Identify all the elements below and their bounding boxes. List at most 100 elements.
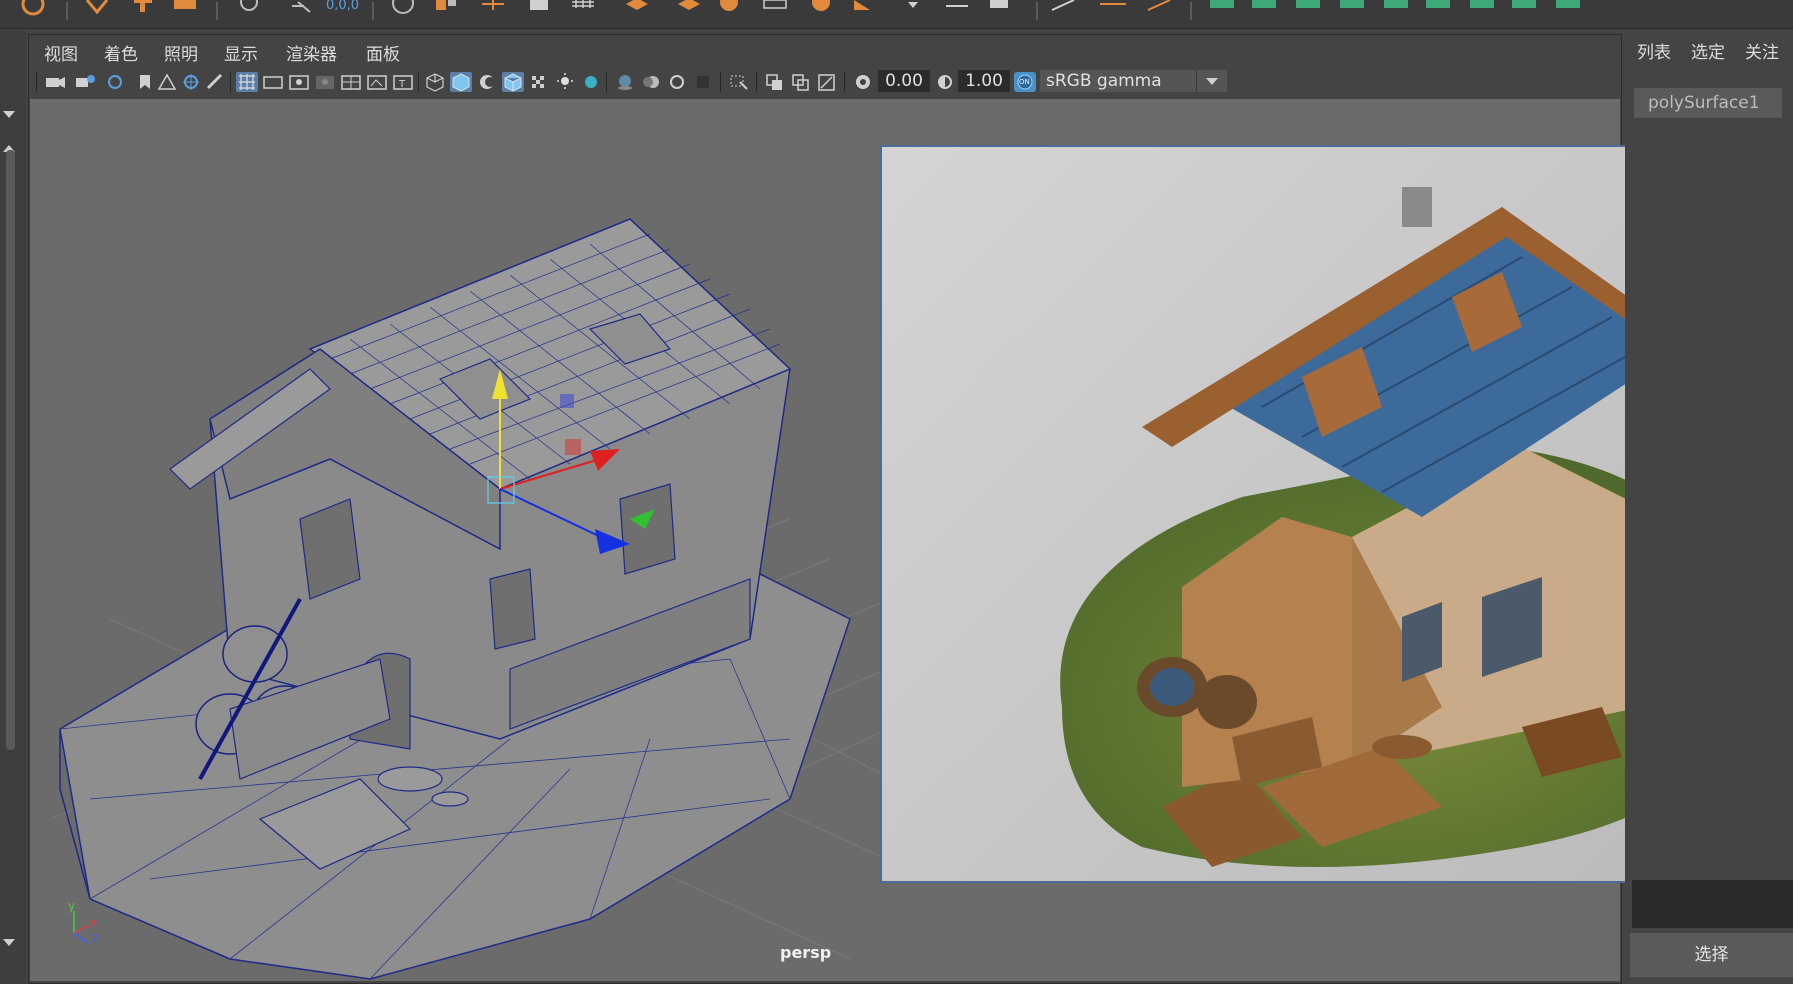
chevron-down-icon[interactable] (1196, 70, 1227, 92)
shelf-tool-icon[interactable] (762, 0, 788, 16)
ambient-occlusion-icon[interactable] (614, 72, 636, 92)
menu-view[interactable]: 视图 (44, 40, 78, 65)
shelf-green-icon[interactable] (1340, 0, 1366, 16)
lights-icon[interactable] (554, 72, 576, 92)
field-chart-icon[interactable] (340, 72, 362, 92)
shelf-separator (372, 2, 374, 20)
default-material-icon[interactable] (476, 72, 498, 92)
camera-label: persp (780, 943, 832, 962)
shelf-tool-icon[interactable] (1146, 0, 1172, 16)
bookmark-icon[interactable] (134, 72, 156, 92)
shelf-green-icon[interactable] (1470, 0, 1496, 16)
smooth-shade-icon[interactable] (450, 72, 472, 92)
shelf-tool-icon[interactable] (850, 0, 876, 16)
axis-y-label: y (68, 899, 76, 913)
shelf-tool-icon[interactable] (434, 0, 460, 16)
axis-z-label: z (92, 931, 99, 945)
menu-shading[interactable]: 着色 (104, 40, 138, 65)
shelf-tool-icon[interactable] (480, 0, 506, 16)
xray-icon[interactable] (764, 72, 786, 92)
2d-pan-zoom-icon[interactable] (180, 72, 202, 92)
menu-focus[interactable]: 关注 (1745, 38, 1779, 63)
menu-lighting[interactable]: 照明 (164, 40, 198, 65)
shelf-tool-icon[interactable] (716, 0, 742, 16)
attribute-area (1632, 880, 1793, 928)
safe-action-icon[interactable] (366, 72, 388, 92)
toolbar-separator (606, 72, 607, 92)
toolbar-separator (720, 72, 721, 92)
motion-blur-icon[interactable] (640, 72, 662, 92)
shelf-tool-icon[interactable] (624, 0, 650, 16)
anti-aliasing-icon[interactable] (666, 72, 688, 92)
toolbar-separator (418, 72, 419, 92)
shelf-tool-icon[interactable] (130, 0, 156, 16)
shelf-tool-icon[interactable] (808, 0, 834, 16)
chevron-down-icon[interactable] (2, 932, 16, 951)
shelf-green-icon[interactable] (1252, 0, 1278, 16)
camera-icon[interactable] (44, 72, 66, 92)
shelf-grid-icon[interactable] (986, 0, 1012, 16)
xray-joints-icon[interactable] (790, 72, 812, 92)
shelf-green-icon[interactable] (1556, 0, 1582, 16)
panel-toolbar: T 0.00 1.00 ON sRGB gamma (30, 66, 1620, 98)
shelf-tool-icon[interactable] (390, 0, 416, 16)
shelf-orange-icon[interactable] (20, 0, 46, 16)
panel-menubar: 视图 着色 照明 显示 渲染器 面板 (30, 36, 1620, 66)
exposure-icon[interactable] (852, 72, 874, 92)
shelf-green-icon[interactable] (1384, 0, 1410, 16)
grid-toggle-icon[interactable] (236, 72, 258, 92)
shelf-tool-icon[interactable] (1050, 0, 1076, 16)
grease-pencil-icon[interactable] (204, 72, 226, 92)
textured-icon[interactable] (528, 72, 550, 92)
shelf-green-icon[interactable] (1426, 0, 1452, 16)
gamma-field[interactable]: 1.00 (958, 70, 1010, 92)
color-space-value: sRGB gamma (1046, 71, 1162, 91)
shelf-tool-icon[interactable] (900, 0, 926, 16)
object-name-field[interactable]: polySurface1 (1634, 88, 1782, 118)
resolution-gate-icon[interactable] (288, 72, 310, 92)
shelf-tool-icon[interactable] (290, 0, 316, 16)
shadows-icon[interactable] (580, 72, 602, 92)
isolate-select-icon[interactable] (728, 72, 750, 92)
exposure-field[interactable]: 0.00 (878, 70, 930, 92)
wireframe-on-shaded-icon[interactable] (502, 72, 524, 92)
menu-selected[interactable]: 选定 (1691, 38, 1725, 63)
menu-show[interactable]: 显示 (224, 40, 258, 65)
shelf-toolbar: 0,0,0 (0, 0, 1793, 29)
shelf-tool-icon[interactable] (676, 0, 702, 16)
gate-mask-icon[interactable] (314, 72, 336, 92)
xray-components-icon[interactable] (816, 72, 838, 92)
on-badge: ON (1019, 78, 1030, 86)
axis-gizmo: y x z (60, 899, 120, 949)
color-management-toggle[interactable]: ON (1014, 72, 1036, 92)
shelf-tool-icon[interactable] (526, 0, 552, 16)
image-plane-icon[interactable] (156, 72, 178, 92)
shelf-tool-icon[interactable] (236, 0, 262, 16)
safe-title-icon[interactable]: T (392, 72, 414, 92)
wireframe-icon[interactable] (424, 72, 446, 92)
select-button[interactable]: 选择 (1630, 933, 1793, 977)
shelf-tool-icon[interactable] (84, 0, 110, 16)
shelf-separator (1190, 2, 1192, 20)
shelf-tool-icon[interactable] (1100, 0, 1126, 16)
coord-readout: 0,0,0 (326, 0, 360, 13)
shelf-green-icon[interactable] (1296, 0, 1322, 16)
menu-panels[interactable]: 面板 (366, 40, 400, 65)
shelf-separator (66, 2, 68, 20)
gamma-icon[interactable] (934, 72, 956, 92)
camera-attr-icon[interactable] (104, 72, 126, 92)
axis-x-label: x (90, 915, 98, 929)
camera-lock-icon[interactable] (74, 72, 96, 92)
shelf-green-icon[interactable] (1210, 0, 1236, 16)
menu-renderer[interactable]: 渲染器 (286, 40, 337, 65)
shelf-green-icon[interactable] (1512, 0, 1538, 16)
outliner-panel: 列表 选定 关注 (1625, 30, 1793, 984)
film-gate-icon[interactable] (262, 72, 284, 92)
menu-list[interactable]: 列表 (1637, 38, 1671, 63)
shelf-tool-icon[interactable] (944, 0, 970, 16)
depth-of-field-icon[interactable] (692, 72, 714, 92)
shelf-tool-icon[interactable] (172, 0, 198, 16)
left-scrollbar[interactable] (6, 150, 15, 750)
shelf-grid-icon[interactable] (570, 0, 596, 16)
chevron-down-icon[interactable] (2, 104, 16, 123)
